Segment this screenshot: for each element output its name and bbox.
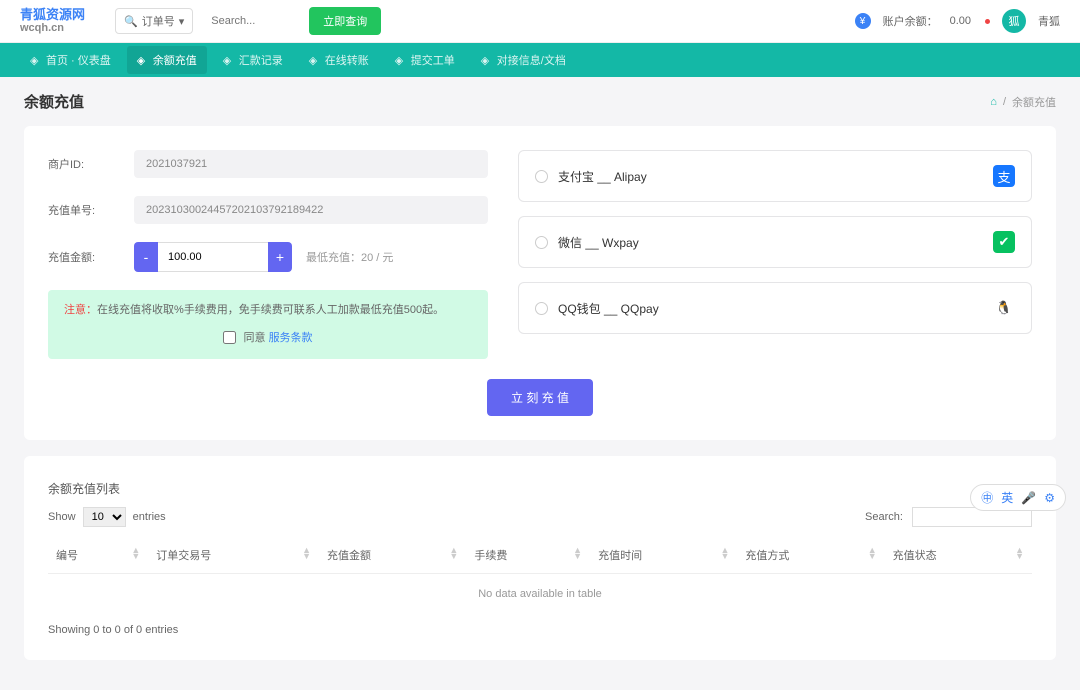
sort-icon: ▲▼ xyxy=(868,547,877,560)
table-header[interactable]: 充值方式▲▼ xyxy=(737,537,884,574)
balance-icon: ¥ xyxy=(855,13,871,29)
username[interactable]: 青狐 xyxy=(1038,13,1060,29)
nav-icon: ◈ xyxy=(30,54,42,66)
pay-option[interactable]: QQ钱包 __ QQpay🐧 xyxy=(518,282,1032,334)
table-header[interactable]: 手续费▲▼ xyxy=(466,537,590,574)
nav-item[interactable]: ◈余额充值 xyxy=(127,46,207,74)
terms-link[interactable]: 服务条款 xyxy=(269,332,313,344)
balance-label: 账户余额： xyxy=(883,13,938,29)
ime-button[interactable]: 英 xyxy=(1001,489,1013,506)
amount-input[interactable] xyxy=(158,242,268,272)
ime-button[interactable]: ⚙ xyxy=(1044,491,1055,505)
min-amount-text: 最低充值：20 / 元 xyxy=(306,249,393,265)
sort-icon: ▲▼ xyxy=(449,547,458,560)
table-footer: Showing 0 to 0 of 0 entries xyxy=(48,614,1032,636)
order-label: 充值单号: xyxy=(48,202,118,218)
page-title: 余额充值 xyxy=(24,91,84,112)
ime-button[interactable]: ㊥ xyxy=(981,489,993,506)
amount-minus-button[interactable]: - xyxy=(134,242,158,272)
sort-icon: ▲▼ xyxy=(1015,547,1024,560)
submit-button[interactable]: 立 刻 充 值 xyxy=(487,379,593,416)
logo-cn: 青狐资源网 xyxy=(20,8,85,22)
ime-toolbar[interactable]: ㊥英 🎤 ⚙ xyxy=(970,484,1066,511)
nav-icon: ◈ xyxy=(223,54,235,66)
table-header[interactable]: 订单交易号▲▼ xyxy=(148,537,319,574)
nav-icon: ◈ xyxy=(395,54,407,66)
nav-item[interactable]: ◈在线转账 xyxy=(299,46,379,74)
notification-dot xyxy=(985,19,990,24)
breadcrumb: ⌂ / 余额充值 xyxy=(990,94,1056,110)
sort-icon: ▲▼ xyxy=(302,547,311,560)
pay-brand-icon: 支 xyxy=(993,165,1015,187)
radio-icon xyxy=(535,302,548,315)
navbar: ◈首页 · 仪表盘◈余额充值◈汇款记录◈在线转账◈提交工单◈对接信息/文档 xyxy=(0,43,1080,77)
search-icon: 🔍 xyxy=(124,15,138,28)
nav-item[interactable]: ◈提交工单 xyxy=(385,46,465,74)
nav-icon: ◈ xyxy=(137,54,149,66)
search-button[interactable]: 立即查询 xyxy=(309,7,381,35)
pay-brand-icon: ✔ xyxy=(993,231,1015,253)
list-title: 余额充值列表 xyxy=(48,480,1032,497)
merchant-label: 商户ID: xyxy=(48,156,118,172)
nav-item[interactable]: ◈对接信息/文档 xyxy=(471,46,576,74)
merchant-input[interactable] xyxy=(134,150,488,178)
avatar[interactable]: 狐 xyxy=(1002,9,1026,33)
chevron-down-icon: ▾ xyxy=(179,15,185,28)
nav-item[interactable]: ◈汇款记录 xyxy=(213,46,293,74)
sort-icon: ▲▼ xyxy=(131,547,140,560)
home-icon[interactable]: ⌂ xyxy=(990,96,997,108)
ime-button[interactable]: 🎤 xyxy=(1021,491,1036,505)
pay-option[interactable]: 支付宝 __ Alipay支 xyxy=(518,150,1032,202)
sort-icon: ▲▼ xyxy=(720,547,729,560)
search-type-select[interactable]: 🔍 订单号 ▾ xyxy=(115,8,193,34)
recharge-table: 编号▲▼订单交易号▲▼充值金额▲▼手续费▲▼充值时间▲▼充值方式▲▼充值状态▲▼… xyxy=(48,537,1032,614)
pay-brand-icon: 🐧 xyxy=(993,297,1015,319)
table-header[interactable]: 充值时间▲▼ xyxy=(590,537,737,574)
order-input[interactable] xyxy=(134,196,488,224)
amount-label: 充值金额: xyxy=(48,249,118,265)
no-data-row: No data available in table xyxy=(48,574,1032,615)
page-size-select[interactable]: 10 xyxy=(83,507,126,527)
table-header[interactable]: 充值状态▲▼ xyxy=(885,537,1032,574)
search-input[interactable] xyxy=(201,9,301,33)
amount-plus-button[interactable]: + xyxy=(268,242,292,272)
radio-icon xyxy=(535,170,548,183)
logo[interactable]: 青狐资源网 wcqh.cn xyxy=(20,8,85,34)
notice-box: 注意：在线充值将收取%手续费用，免手续费可联系人工加款最低充值500起。 同意 … xyxy=(48,290,488,359)
nav-icon: ◈ xyxy=(481,54,493,66)
table-header[interactable]: 充值金额▲▼ xyxy=(319,537,466,574)
nav-item[interactable]: ◈首页 · 仪表盘 xyxy=(20,46,121,74)
balance-value: 0.00 xyxy=(950,15,971,27)
radio-icon xyxy=(535,236,548,249)
breadcrumb-current: 余额充值 xyxy=(1012,94,1056,110)
nav-icon: ◈ xyxy=(309,54,321,66)
table-header[interactable]: 编号▲▼ xyxy=(48,537,148,574)
agree-checkbox[interactable] xyxy=(223,331,236,344)
pay-option[interactable]: 微信 __ Wxpay✔ xyxy=(518,216,1032,268)
logo-en: wcqh.cn xyxy=(20,22,85,34)
sort-icon: ▲▼ xyxy=(573,547,582,560)
